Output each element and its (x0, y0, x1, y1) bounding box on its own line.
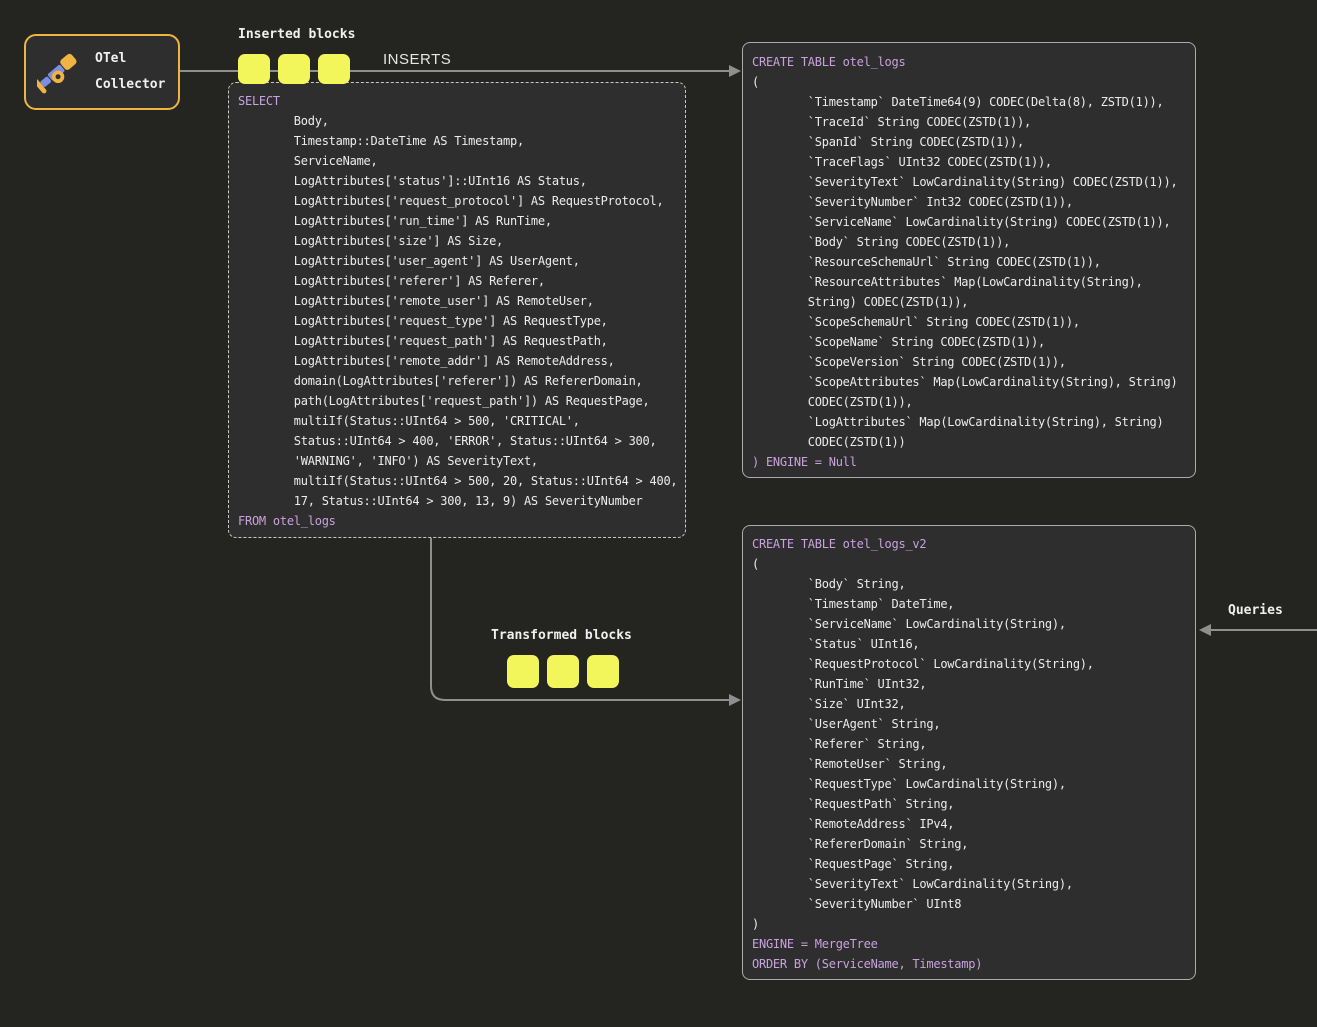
code-line: `Body` String, (752, 574, 1195, 594)
code-line: `ScopeSchemaUrl` String CODEC(ZSTD(1)), (752, 312, 1195, 332)
diagram-canvas: OTel Collector Inserted blocks INSERTS S… (0, 0, 1317, 1027)
code-line: `TraceId` String CODEC(ZSTD(1)), (752, 112, 1195, 132)
code-line: CODEC(ZSTD(1)) (752, 432, 1195, 452)
code-line: `TraceFlags` UInt32 CODEC(ZSTD(1)), (752, 152, 1195, 172)
inserts-label: INSERTS (383, 51, 451, 68)
code-line: ENGINE = MergeTree (752, 934, 1195, 954)
code-line: SELECT (238, 91, 685, 111)
code-line: `ServiceName` LowCardinality(String), (752, 614, 1195, 634)
code-line: `Timestamp` DateTime64(9) CODEC(Delta(8)… (752, 92, 1195, 112)
code-line: ServiceName, (238, 151, 685, 171)
code-line: LogAttributes['request_type'] AS Request… (238, 311, 685, 331)
code-line: Timestamp::DateTime AS Timestamp, (238, 131, 685, 151)
code-line: `SeverityNumber` UInt8 (752, 894, 1195, 914)
code-line: 17, Status::UInt64 > 300, 13, 9) AS Seve… (238, 491, 685, 511)
queries-arrowhead-icon (1199, 624, 1211, 636)
code-line: path(LogAttributes['request_path']) AS R… (238, 391, 685, 411)
code-line: multiIf(Status::UInt64 > 500, 20, Status… (238, 471, 685, 491)
create-table-otel-logs-box: CREATE TABLE otel_logs( `Timestamp` Date… (742, 42, 1196, 478)
code-line: LogAttributes['request_path'] AS Request… (238, 331, 685, 351)
inserted-block (318, 54, 350, 84)
inserted-blocks-group (238, 54, 350, 84)
otel-collector-node[interactable]: OTel Collector (24, 34, 180, 110)
code-line: domain(LogAttributes['referer']) AS Refe… (238, 371, 685, 391)
code-line: `RefererDomain` String, (752, 834, 1195, 854)
code-line: CREATE TABLE otel_logs_v2 (752, 534, 1195, 554)
code-line: `ScopeAttributes` Map(LowCardinality(Str… (752, 372, 1195, 392)
code-line: `RequestPage` String, (752, 854, 1195, 874)
code-line: `LogAttributes` Map(LowCardinality(Strin… (752, 412, 1195, 432)
code-line: `RemoteAddress` IPv4, (752, 814, 1195, 834)
code-line: LogAttributes['size'] AS Size, (238, 231, 685, 251)
code-line: ORDER BY (ServiceName, Timestamp) (752, 954, 1195, 974)
code-line: CODEC(ZSTD(1)), (752, 392, 1195, 412)
code-line: `ResourceAttributes` Map(LowCardinality(… (752, 272, 1195, 292)
code-line: ( (752, 554, 1195, 574)
code-line: `Body` String CODEC(ZSTD(1)), (752, 232, 1195, 252)
code-line: `ServiceName` LowCardinality(String) COD… (752, 212, 1195, 232)
transformed-blocks-label: Transformed blocks (491, 628, 632, 643)
code-line: LogAttributes['run_time'] AS RunTime, (238, 211, 685, 231)
inserts-arrowhead-icon (729, 65, 741, 77)
code-line: `SeverityText` LowCardinality(String), (752, 874, 1195, 894)
code-line: LogAttributes['status']::UInt16 AS Statu… (238, 171, 685, 191)
code-line: `RequestType` LowCardinality(String), (752, 774, 1195, 794)
code-line: `Referer` String, (752, 734, 1195, 754)
select-query-box: SELECT Body, Timestamp::DateTime AS Time… (228, 82, 686, 538)
code-line: `SeverityText` LowCardinality(String) CO… (752, 172, 1195, 192)
code-line: `UserAgent` String, (752, 714, 1195, 734)
transform-arrowhead-icon (729, 694, 741, 706)
code-line: `Status` UInt16, (752, 634, 1195, 654)
code-line: ) (752, 914, 1195, 934)
code-line: `RequestProtocol` LowCardinality(String)… (752, 654, 1195, 674)
code-line: `ResourceSchemaUrl` String CODEC(ZSTD(1)… (752, 252, 1195, 272)
code-line: `ScopeName` String CODEC(ZSTD(1)), (752, 332, 1195, 352)
code-line: LogAttributes['user_agent'] AS UserAgent… (238, 251, 685, 271)
otel-collector-title-line1: OTel (95, 46, 165, 72)
code-line: LogAttributes['remote_user'] AS RemoteUs… (238, 291, 685, 311)
telescope-icon (37, 47, 83, 97)
transformed-blocks-group (507, 655, 619, 688)
otel-collector-title-line2: Collector (95, 72, 165, 98)
code-line: `Timestamp` DateTime, (752, 594, 1195, 614)
code-line: Body, (238, 111, 685, 131)
transformed-block (587, 655, 619, 688)
code-line: ) ENGINE = Null (752, 452, 1195, 472)
create-table-otel-logs-v2-box: CREATE TABLE otel_logs_v2( `Body` String… (742, 525, 1196, 980)
code-line: Status::UInt64 > 400, 'ERROR', Status::U… (238, 431, 685, 451)
code-line: FROM otel_logs (238, 511, 685, 531)
code-line: 'WARNING', 'INFO') AS SeverityText, (238, 451, 685, 471)
code-line: `RunTime` UInt32, (752, 674, 1195, 694)
code-line: multiIf(Status::UInt64 > 500, 'CRITICAL'… (238, 411, 685, 431)
code-line: LogAttributes['referer'] AS Referer, (238, 271, 685, 291)
code-line: `SeverityNumber` Int32 CODEC(ZSTD(1)), (752, 192, 1195, 212)
code-line: `Size` UInt32, (752, 694, 1195, 714)
inserted-block (278, 54, 310, 84)
inserted-block (238, 54, 270, 84)
transformed-block (507, 655, 539, 688)
queries-label: Queries (1228, 603, 1283, 618)
code-line: LogAttributes['request_protocol'] AS Req… (238, 191, 685, 211)
code-line: `RemoteUser` String, (752, 754, 1195, 774)
inserted-blocks-label: Inserted blocks (238, 27, 355, 42)
code-line: CREATE TABLE otel_logs (752, 52, 1195, 72)
code-line: `ScopeVersion` String CODEC(ZSTD(1)), (752, 352, 1195, 372)
code-line: LogAttributes['remote_addr'] AS RemoteAd… (238, 351, 685, 371)
code-line: `RequestPath` String, (752, 794, 1195, 814)
transformed-block (547, 655, 579, 688)
code-line: `SpanId` String CODEC(ZSTD(1)), (752, 132, 1195, 152)
code-line: ( (752, 72, 1195, 92)
code-line: String) CODEC(ZSTD(1)), (752, 292, 1195, 312)
